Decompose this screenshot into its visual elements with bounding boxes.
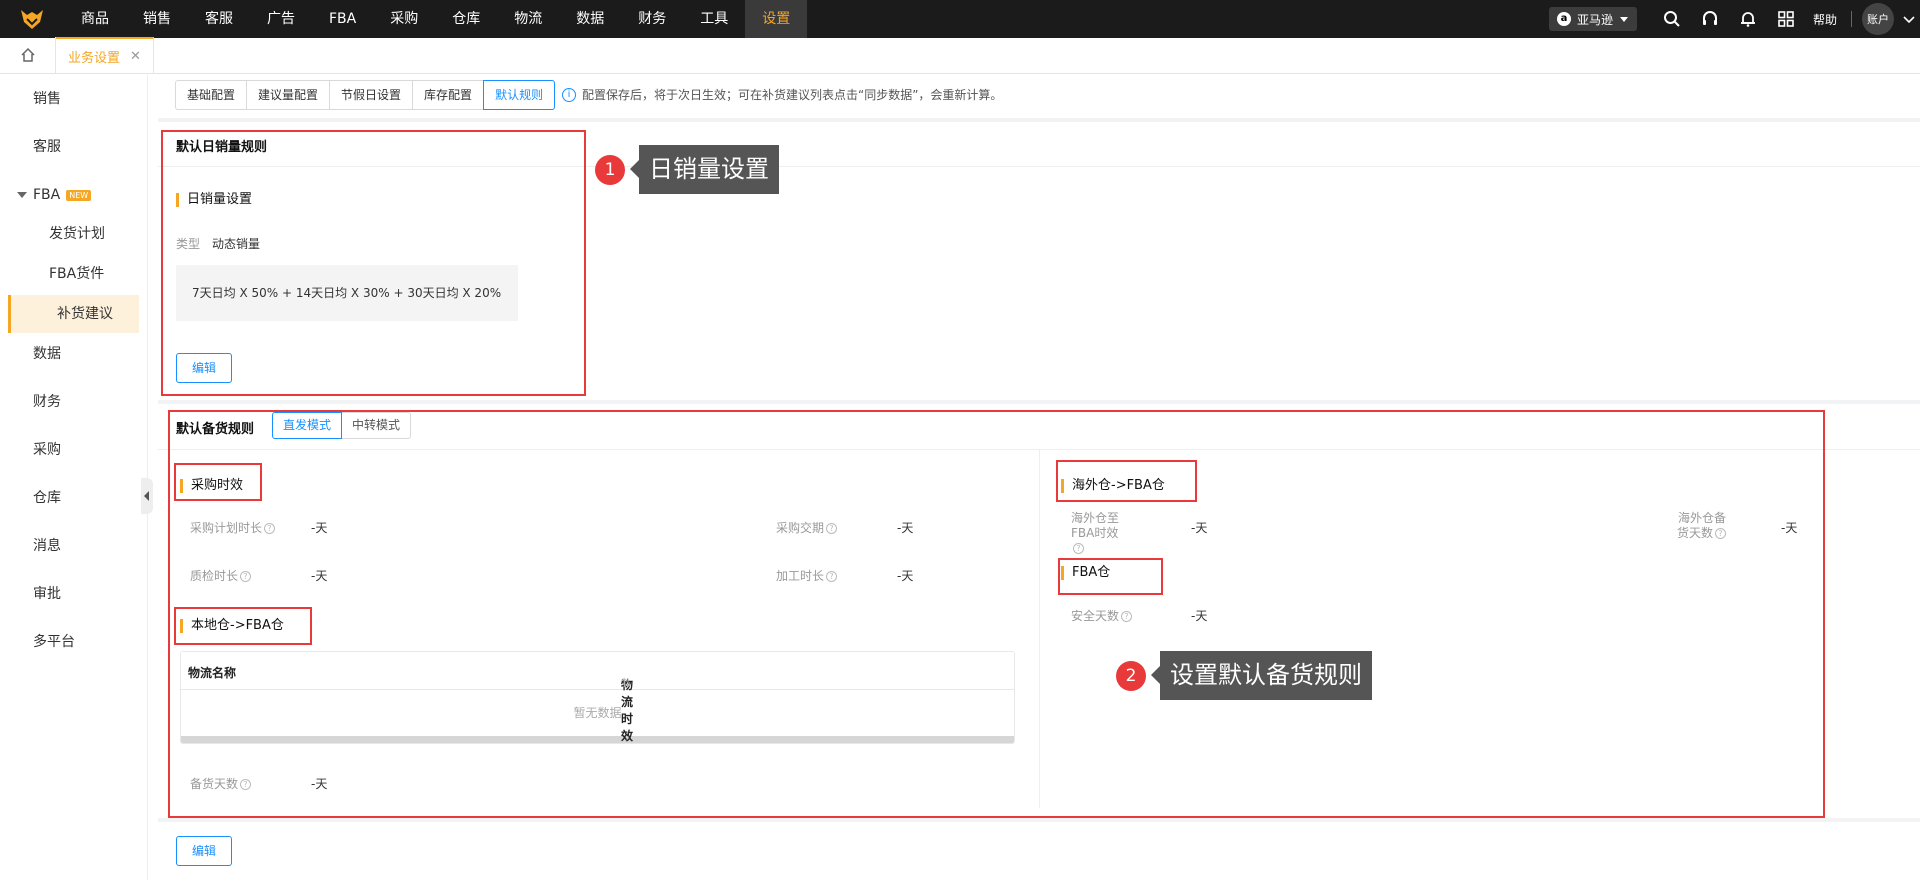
annotation-box-daily-sales [161,130,586,396]
headset-icon[interactable] [1691,0,1729,38]
annotation-box-purchase [174,463,262,501]
annotation-callout-1: 日销量设置 [630,145,779,194]
sidebar-item-warehouse[interactable]: 仓库 [0,479,148,517]
nav-service[interactable]: 客服 [188,0,250,38]
info-icon: i [562,87,576,102]
sidebar-item-fba-shipment[interactable]: FBA货件 [0,255,148,293]
config-tabs: 基础配置 建议量配置 节假日设置 库存配置 默认规则 [175,80,556,110]
sidebar-item-multiplatform[interactable]: 多平台 [0,623,148,661]
fox-logo-icon[interactable] [0,0,64,38]
amazon-icon: a [1556,12,1571,26]
nav-purchase[interactable]: 采购 [373,0,435,38]
home-icon[interactable] [0,37,56,73]
tab-holiday-settings[interactable]: 节假日设置 [329,80,414,110]
sidebar-item-purchase[interactable]: 采购 [0,431,148,469]
nav-sales[interactable]: 销售 [126,0,188,38]
shop-selector[interactable]: a 亚马逊 [1548,7,1637,31]
nav-data[interactable]: 数据 [559,0,621,38]
annotation-callout-2: 设置默认备货规则 [1151,651,1372,700]
sidebar-item-approval[interactable]: 审批 [0,575,148,613]
tab-suggestion-config[interactable]: 建议量配置 [246,80,331,110]
search-icon[interactable] [1653,0,1691,38]
annotation-box-stock-rules [168,410,1825,818]
nav-warehouse[interactable]: 仓库 [435,0,497,38]
nav-products[interactable]: 商品 [64,0,126,38]
nav-tools[interactable]: 工具 [683,0,745,38]
sidebar-item-sales[interactable]: 销售 [0,80,148,118]
nav-ads[interactable]: 广告 [250,0,312,38]
sidebar-item-data[interactable]: 数据 [0,335,148,373]
tab-inventory-config[interactable]: 库存配置 [412,80,485,110]
sidebar-item-fba[interactable]: FBA NEW [0,176,148,214]
avatar[interactable]: 账户 [1862,3,1894,35]
nav-logistics[interactable]: 物流 [497,0,559,38]
collapse-icon[interactable] [141,478,153,514]
top-navbar: 商品 销售 客服 广告 FBA 采购 仓库 物流 数据 财务 工具 设置 a 亚… [0,0,1920,38]
nav-settings[interactable]: 设置 [745,0,808,38]
bell-icon[interactable] [1729,0,1767,38]
annotation-box-local [174,607,312,645]
sidebar-item-shipment-plan[interactable]: 发货计划 [0,215,148,253]
tab-basic-config[interactable]: 基础配置 [175,80,248,110]
annotation-badge-1: 1 [595,155,625,185]
shop-label: 亚马逊 [1576,12,1613,27]
annotation-box-overseas [1056,460,1197,502]
help-link[interactable]: 帮助 [1805,11,1845,28]
sidebar-item-replenishment[interactable]: 补货建议 [8,295,139,333]
annotation-box-fba [1058,558,1163,595]
chevron-down-icon[interactable] [1898,14,1920,24]
new-badge: NEW [66,189,92,201]
nav-fba[interactable]: FBA [312,0,373,38]
tab-default-rules[interactable]: 默认规则 [483,80,556,110]
annotation-badge-2: 2 [1116,661,1146,691]
sidebar-item-message[interactable]: 消息 [0,527,148,565]
sidebar: 销售 客服 FBA NEW 发货计划 FBA货件 补货建议 数据 财务 采购 仓库… [0,75,148,880]
sidebar-item-finance[interactable]: 财务 [0,383,148,421]
sidebar-item-service[interactable]: 客服 [0,128,148,166]
divider [1851,11,1852,27]
nav-finance[interactable]: 财务 [621,0,683,38]
sidebar-item-label: FBA [33,187,61,203]
config-notice: i 配置保存后，将于次日生效；可在补货建议列表点击“同步数据”，会重新计算。 [562,86,1002,103]
footer-card [158,822,1920,880]
apps-icon[interactable] [1767,0,1805,38]
tab-direct-mode[interactable]: 直发模式 [272,412,343,439]
chevron-down-icon [1619,17,1628,22]
tab-business-settings[interactable]: 业务设置 ✕ [56,37,154,73]
close-icon[interactable]: ✕ [130,49,141,64]
caret-down-icon [17,192,27,198]
tab-label: 业务设置 [68,50,121,66]
notice-text: 配置保存后，将于次日生效；可在补货建议列表点击“同步数据”，会重新计算。 [582,88,1003,102]
page-tab-bar: 业务设置 ✕ [0,37,1920,74]
edit-stock-rules-button[interactable]: 编辑 [176,836,232,866]
